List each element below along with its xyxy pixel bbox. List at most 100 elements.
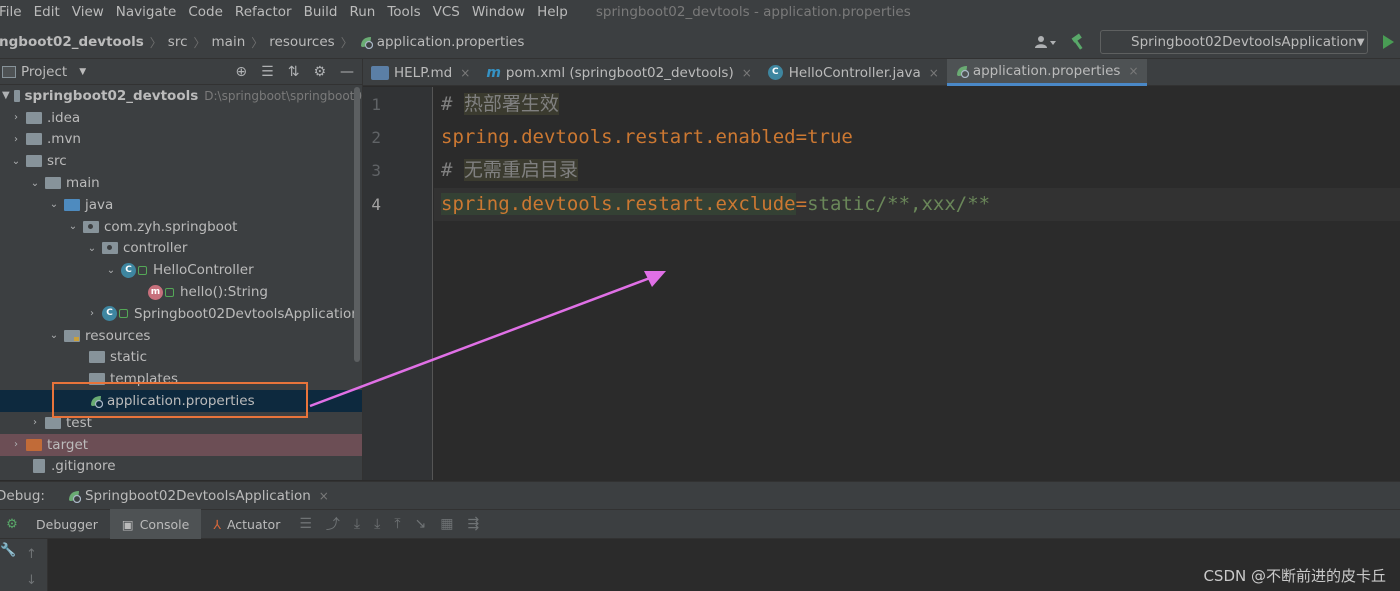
tab-application-properties[interactable]: application.properties × [946,59,1147,86]
build-hammer-icon[interactable] [1068,32,1090,52]
breadcrumb-main[interactable]: main [208,34,250,50]
chevron-right-icon[interactable]: › [10,439,22,450]
tab-hellocontroller[interactable]: C HelloController.java × [760,59,947,86]
menu-refactor[interactable]: Refactor [229,4,298,20]
tree-item-hellocontroller[interactable]: ⌄ C HelloController [0,259,362,281]
menu-vcs[interactable]: VCS [427,4,466,20]
tree-item-application-class[interactable]: › C Springboot02DevtoolsApplication [0,303,362,325]
tree-item-project-root[interactable]: ▼ springboot02_devtools D:\springboot\sp… [0,85,362,107]
tree-item-path: D:\springboot\springboot0 [204,88,362,103]
tree-item-src[interactable]: ⌄ src [0,150,362,172]
minimize-icon[interactable]: — [340,64,354,80]
chevron-down-icon[interactable]: ⌄ [10,156,22,167]
menu-run[interactable]: Run [343,4,381,20]
file-icon [33,459,45,474]
tree-item-gitignore[interactable]: .gitignore [0,456,362,478]
menu-window[interactable]: Window [466,4,531,20]
wrench-icon[interactable]: 🔧 [0,543,16,558]
tab-debugger[interactable]: Debugger [24,509,110,539]
tab-console[interactable]: ▣ Console [109,509,202,539]
evaluate-icon[interactable]: ▦ [433,516,460,532]
chevron-down-icon[interactable]: ⌄ [29,178,41,189]
tree-item-idea[interactable]: › .idea [0,107,362,129]
breadcrumb-src[interactable]: src [164,34,192,50]
console-output[interactable] [0,539,1400,591]
close-icon[interactable]: × [319,489,329,503]
scroll-up-icon[interactable]: ↑ [26,547,37,562]
chevron-down-icon[interactable]: ⌄ [105,265,117,276]
close-icon[interactable]: × [460,66,470,80]
code-line-4: spring.devtools.restart.exclude=static/*… [441,189,990,219]
breadcrumb-project[interactable]: ngboot02_devtools [0,34,148,50]
trace-icon[interactable]: ⇶ [460,516,486,532]
menu-code[interactable]: Code [182,4,229,20]
debug-label: Debug: [0,487,45,504]
show-execution-point-icon[interactable]: ⤴ [319,514,347,534]
collapse-all-icon[interactable]: ⇅ [288,64,300,80]
chevron-down-icon[interactable]: ▼ [79,67,86,77]
chevron-down-icon[interactable]: ⌄ [48,199,60,210]
folder-icon [13,89,20,102]
scroll-down-icon[interactable]: ↓ [26,573,37,588]
folder-icon [26,133,42,146]
tab-help-md[interactable]: HELP.md × [363,59,478,86]
breadcrumb-file[interactable]: application.properties [355,34,529,50]
menu-view[interactable]: View [66,4,110,20]
run-icon[interactable] [1376,32,1400,52]
chevron-right-icon[interactable]: › [10,134,22,145]
close-icon[interactable]: × [929,66,939,80]
debug-settings-icon[interactable]: ⚙ [0,517,24,532]
chevron-right-icon[interactable]: › [29,417,41,428]
close-icon[interactable]: × [742,66,752,80]
layout-icon[interactable]: ☰ [292,516,319,532]
tree-item-resources[interactable]: ⌄ resources [0,325,362,347]
menu-tools[interactable]: Tools [381,4,426,20]
tree-item-controller[interactable]: ⌄ controller [0,238,362,260]
tab-console-label: Console [139,516,190,532]
chevron-down-icon[interactable]: ▼ [2,90,10,101]
user-icon[interactable] [1032,32,1060,52]
tab-actuator[interactable]: ⅄ Actuator [201,509,292,539]
debug-session-tab[interactable]: Springboot02DevtoolsApplication × [67,488,329,504]
breadcrumb-separator-icon: 〉 [193,35,206,50]
project-panel-title[interactable]: Project [21,64,67,80]
run-configuration-select[interactable]: Springboot02DevtoolsApplication ▼ [1100,30,1368,54]
chevron-down-icon[interactable]: ⌄ [86,243,98,254]
step-out-icon[interactable]: ⤒ [387,516,407,532]
menu-file[interactable]: File [0,4,28,20]
folder-icon [45,416,61,429]
tree-item-label: Springboot02DevtoolsApplication [134,305,360,322]
step-over-icon[interactable]: ⤓ [347,516,367,532]
tree-item-main[interactable]: ⌄ main [0,172,362,194]
project-panel-header: Project ▼ ⊕ ☰ ⇅ ⚙ — [0,59,362,85]
run-to-cursor-icon[interactable]: ↘ [408,516,434,532]
tree-item-package[interactable]: ⌄ com.zyh.springboot [0,216,362,238]
breadcrumb-resources[interactable]: resources [265,34,338,50]
tree-item-label: static [110,349,148,366]
tree-item-hello-method[interactable]: m hello():String [0,281,362,303]
expand-all-icon[interactable]: ☰ [261,64,274,80]
tree-item-label: target [47,436,89,453]
tree-item-java[interactable]: ⌄ java [0,194,362,216]
menu-edit[interactable]: Edit [28,4,66,20]
locate-icon[interactable]: ⊕ [235,64,247,80]
close-icon[interactable]: × [1128,64,1138,78]
menu-help[interactable]: Help [531,4,574,20]
menu-navigate[interactable]: Navigate [110,4,183,20]
line-number: 4 [371,195,381,214]
code-editor[interactable]: 1 2 3 4 # 热部署生效 spring.devtools.restart.… [363,87,1400,480]
gear-icon[interactable]: ⚙ [313,64,326,80]
tree-item-static[interactable]: static [0,347,362,369]
chevron-down-icon[interactable]: ⌄ [48,330,60,341]
tab-pom-xml[interactable]: m pom.xml (springboot02_devtools) × [478,59,759,86]
tree-item-mvn[interactable]: › .mvn [0,129,362,151]
menu-build[interactable]: Build [298,4,344,20]
tree-scrollbar[interactable] [354,87,360,362]
line-number: 1 [371,95,381,114]
tree-item-target[interactable]: › target [0,433,362,456]
step-into-icon[interactable]: ⤓ [367,516,387,532]
chevron-right-icon[interactable]: › [10,112,22,123]
chevron-right-icon[interactable]: › [86,308,98,319]
chevron-down-icon[interactable]: ⌄ [67,221,79,232]
breadcrumb-file-label: application.properties [376,34,525,50]
